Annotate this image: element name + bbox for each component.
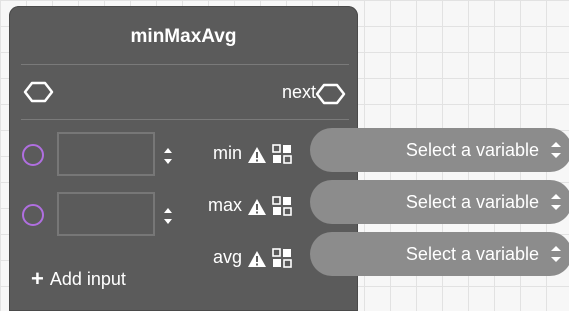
stepper-icon: [551, 142, 561, 158]
stepper-icon: [551, 194, 561, 210]
input-port-2[interactable]: [22, 204, 44, 226]
variable-select-max[interactable]: Select a variable: [310, 180, 569, 224]
exec-in-icon[interactable]: [22, 79, 56, 105]
exec-out-icon[interactable]: [314, 81, 348, 107]
variable-select-label: Select a variable: [405, 244, 539, 264]
add-input-label: Add input: [49, 268, 126, 289]
output-label-max: max: [207, 195, 242, 215]
exec-divider: [21, 119, 349, 120]
input-field-2[interactable]: [57, 192, 155, 236]
variable-select-avg[interactable]: Select a variable: [310, 232, 569, 276]
next-label: next: [281, 82, 316, 102]
minmaxavg-node[interactable]: minMaxAvg next min max avg + Add input: [9, 6, 358, 311]
input-field-1[interactable]: [57, 132, 155, 176]
stepper-icon[interactable]: [163, 204, 173, 228]
variable-select-label: Select a variable: [405, 140, 539, 160]
variable-select-min[interactable]: Select a variable: [310, 128, 569, 172]
warning-icon: [248, 147, 266, 163]
variable-icon[interactable]: [271, 195, 293, 217]
warning-icon: [248, 251, 266, 267]
title-divider: [21, 64, 349, 65]
input-port-1[interactable]: [22, 144, 44, 166]
stepper-icon[interactable]: [163, 144, 173, 168]
output-label-avg: avg: [212, 247, 242, 267]
node-title: minMaxAvg: [130, 26, 237, 47]
plus-icon: +: [31, 266, 44, 291]
stepper-icon: [551, 246, 561, 262]
variable-select-label: Select a variable: [405, 192, 539, 212]
warning-icon: [248, 199, 266, 215]
variable-icon[interactable]: [271, 247, 293, 269]
output-label-min: min: [212, 143, 242, 163]
add-input-button[interactable]: + Add input: [31, 268, 126, 290]
variable-icon[interactable]: [271, 143, 293, 165]
